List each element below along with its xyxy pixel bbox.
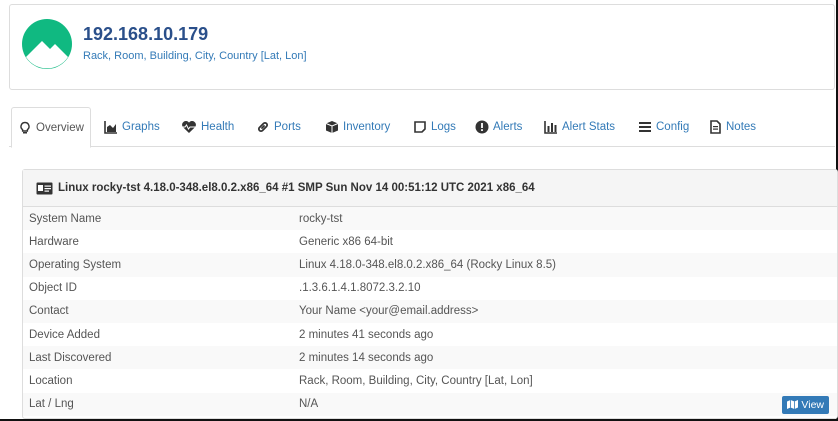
device-overview-table: System Name rocky-tst Hardware Generic x…	[23, 207, 837, 416]
row-value: rocky-tst	[299, 207, 837, 231]
bar-chart-icon	[544, 121, 557, 134]
tab-alerts[interactable]: Alerts	[475, 107, 522, 147]
device-header-card: 192.168.10.179 Rack, Room, Building, Cit…	[9, 4, 835, 90]
tab-inventory[interactable]: Inventory	[325, 107, 390, 147]
device-hostname[interactable]: 192.168.10.179	[83, 24, 208, 45]
table-row: Last Discovered 2 minutes 14 seconds ago	[23, 346, 837, 370]
table-row: Device Added 2 minutes 41 seconds ago	[23, 323, 837, 346]
lightbulb-icon	[20, 121, 30, 133]
tab-graphs[interactable]: Graphs	[104, 107, 160, 147]
device-location[interactable]: Rack, Room, Building, City, Country [Lat…	[83, 50, 307, 62]
row-value: .1.3.6.1.4.1.8072.3.2.10	[299, 282, 421, 295]
panel-title: Linux rocky-tst 4.18.0-348.el8.0.2.x86_6…	[58, 182, 535, 194]
table-row: Lat / Lng N/A View	[23, 392, 837, 416]
table-row: Contact Your Name <your@email.address>	[23, 299, 837, 323]
area-chart-icon	[104, 121, 117, 134]
tab-ports[interactable]: Ports	[256, 107, 301, 147]
tab-label: Ports	[274, 121, 301, 133]
panel-heading: Linux rocky-tst 4.18.0-348.el8.0.2.x86_6…	[23, 170, 837, 207]
row-key: Operating System	[23, 253, 299, 277]
table-row: Object ID .1.3.6.1.4.1.8072.3.2.10	[23, 277, 837, 300]
tab-label: Graphs	[122, 121, 160, 133]
link-icon	[258, 122, 268, 132]
table-row: Location Rack, Room, Building, City, Cou…	[23, 369, 837, 392]
latlng-cell: N/A View	[299, 392, 837, 416]
tab-label: Overview	[36, 121, 84, 134]
tab-alert-stats[interactable]: Alert Stats	[544, 107, 615, 147]
tab-label: Alert Stats	[562, 121, 616, 133]
tab-label: Health	[201, 121, 235, 133]
tab-label: Logs	[431, 121, 456, 133]
row-key: Object ID	[29, 282, 77, 295]
row-value: Generic x86 64-bit	[299, 235, 393, 248]
row-key: Location	[29, 374, 73, 387]
view-button-label: View	[801, 398, 824, 411]
file-text-icon	[710, 120, 721, 134]
overview-panel: Linux rocky-tst 4.18.0-348.el8.0.2.x86_6…	[22, 169, 838, 419]
tab-label: Config	[656, 121, 690, 133]
tab-config[interactable]: Config	[638, 107, 689, 147]
align-justify-icon	[639, 122, 651, 132]
row-value: Linux 4.18.0-348.el8.0.2.x86_64 (Rocky L…	[299, 253, 837, 277]
tab-label: Alerts	[493, 121, 523, 133]
tab-overview[interactable]: Overview	[11, 107, 91, 148]
row-value: 2 minutes 41 seconds ago	[299, 328, 434, 341]
tab-notes[interactable]: Notes	[708, 107, 756, 147]
exclamation-circle-icon	[475, 120, 489, 134]
id-card-icon	[36, 182, 53, 194]
device-tabs: Overview Graphs Health Ports Inventory L…	[9, 107, 835, 148]
row-key: Contact	[23, 299, 299, 323]
row-value: 2 minutes 14 seconds ago	[299, 346, 837, 370]
tab-label: Notes	[726, 121, 757, 133]
tab-health[interactable]: Health	[181, 107, 234, 147]
rocky-linux-logo	[22, 19, 72, 69]
tab-label: Inventory	[343, 121, 391, 133]
sticky-note-icon	[414, 121, 426, 133]
row-value: Rack, Room, Building, City, Country [Lat…	[299, 374, 533, 387]
row-value: N/A	[299, 398, 319, 411]
view-map-button[interactable]: View	[782, 395, 829, 414]
table-row: Hardware Generic x86 64-bit	[23, 230, 837, 253]
table-row: System Name rocky-tst	[23, 207, 837, 231]
tab-logs[interactable]: Logs	[413, 107, 456, 147]
row-key: Last Discovered	[23, 346, 299, 370]
heartbeat-icon	[182, 120, 196, 133]
row-key: Lat / Lng	[23, 392, 299, 416]
row-value: Your Name <your@email.address>	[299, 299, 837, 323]
row-key: System Name	[23, 207, 299, 231]
table-row: Operating System Linux 4.18.0-348.el8.0.…	[23, 253, 837, 277]
row-key: Hardware	[29, 235, 79, 248]
row-key: Device Added	[29, 328, 100, 341]
cube-icon	[325, 121, 339, 133]
map-icon	[787, 400, 799, 409]
